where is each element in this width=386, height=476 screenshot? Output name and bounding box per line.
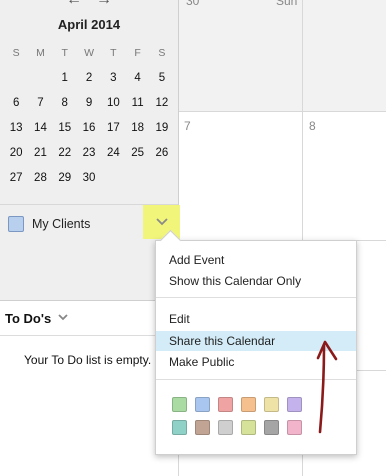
annotation-arrow-icon <box>316 340 338 434</box>
